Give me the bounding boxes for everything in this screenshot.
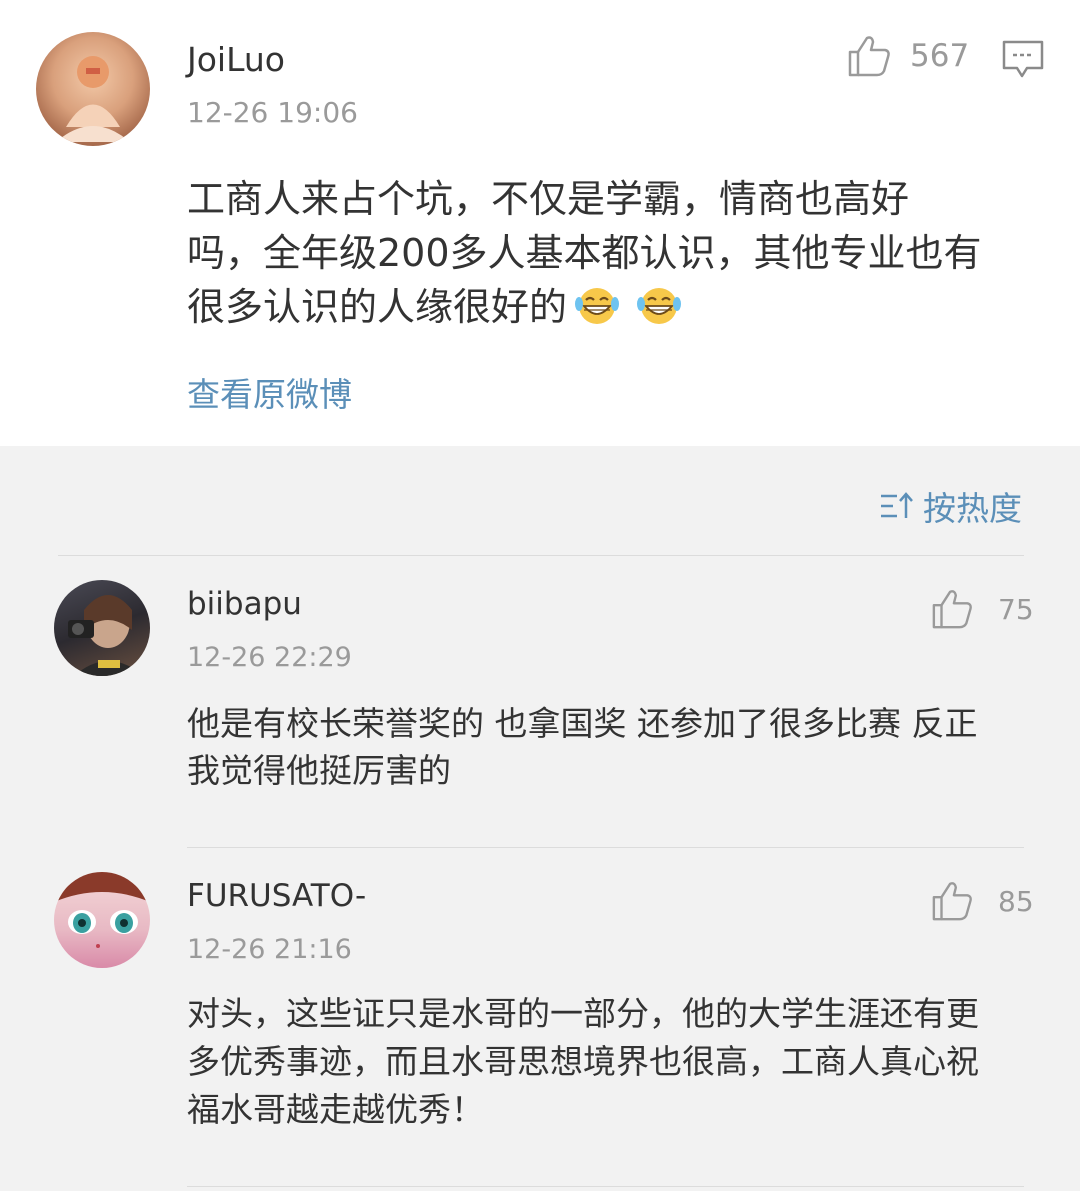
like-count: 567 bbox=[910, 38, 970, 74]
avatar[interactable] bbox=[54, 872, 150, 968]
timestamp: 12-26 19:06 bbox=[187, 96, 358, 129]
like-button[interactable]: 85 bbox=[930, 880, 1034, 922]
grin-tears-emoji bbox=[575, 288, 620, 324]
username[interactable]: JoiLuo bbox=[187, 40, 285, 79]
comment-line: 多优秀事迹，而且水哥思想境界也很高，工商人真心祝 bbox=[187, 1042, 979, 1081]
comment-line: 我觉得他挺厉害的 bbox=[187, 751, 451, 790]
comment-bubble-icon bbox=[1002, 40, 1044, 78]
comment-text: 工商人来占个坑，不仅是学霸，情商也高好 吗，全年级200多人基本都认识，其他专业… bbox=[187, 172, 982, 334]
thumbs-up-icon bbox=[932, 882, 972, 921]
reply-button[interactable] bbox=[1000, 38, 1046, 80]
divider bbox=[187, 847, 1024, 848]
like-count: 75 bbox=[998, 592, 1034, 626]
avatar-image bbox=[56, 56, 130, 142]
divider bbox=[187, 1186, 1024, 1187]
avatar[interactable] bbox=[54, 580, 150, 676]
comment-text: 对头，这些证只是水哥的一部分，他的大学生涯还有更 多优秀事迹，而且水哥思想境界也… bbox=[187, 990, 979, 1134]
username[interactable]: biibapu bbox=[187, 586, 302, 622]
timestamp: 12-26 22:29 bbox=[187, 642, 352, 673]
sort-by-hot-button[interactable]: 按热度 bbox=[879, 482, 1022, 530]
sort-label: 按热度 bbox=[923, 489, 1022, 528]
comment-line: 吗，全年级200多人基本都认识，其他专业也有 bbox=[187, 231, 982, 275]
comment-text: 他是有校长荣誉奖的 也拿国奖 还参加了很多比赛 反正 我觉得他挺厉害的 bbox=[187, 700, 977, 794]
view-original-link[interactable]: 查看原微博 bbox=[187, 368, 352, 416]
comment-line: 他是有校长荣誉奖的 也拿国奖 还参加了很多比赛 反正 bbox=[187, 704, 978, 743]
thumbs-up-icon bbox=[848, 36, 890, 77]
comment-line: 对头，这些证只是水哥的一部分，他的大学生涯还有更 bbox=[187, 994, 979, 1033]
like-button[interactable]: 75 bbox=[930, 588, 1034, 630]
like-count: 85 bbox=[998, 884, 1034, 918]
avatar-image bbox=[68, 595, 144, 676]
avatar[interactable] bbox=[36, 32, 150, 146]
comment-line: 工商人来占个坑，不仅是学霸，情商也高好 bbox=[187, 177, 910, 221]
username[interactable]: FURUSATO- bbox=[187, 878, 366, 914]
comment-line-with-emoji: 很多认识的人缘很好的 bbox=[187, 280, 982, 334]
avatar-image bbox=[54, 872, 150, 948]
timestamp: 12-26 21:16 bbox=[187, 934, 352, 965]
divider bbox=[58, 555, 1024, 556]
comment-line: 福水哥越走越优秀！ bbox=[187, 1090, 484, 1129]
comment-line-text: 很多认识的人缘很好的 bbox=[187, 285, 568, 329]
thumbs-up-icon bbox=[932, 590, 972, 629]
grin-tears-emoji bbox=[637, 288, 682, 324]
like-button[interactable]: 567 bbox=[846, 34, 969, 78]
sort-icon bbox=[881, 492, 913, 518]
featured-comment: JoiLuo 12-26 19:06 567 工商人来占个坑，不仅是学霸，情商也… bbox=[0, 0, 1080, 446]
